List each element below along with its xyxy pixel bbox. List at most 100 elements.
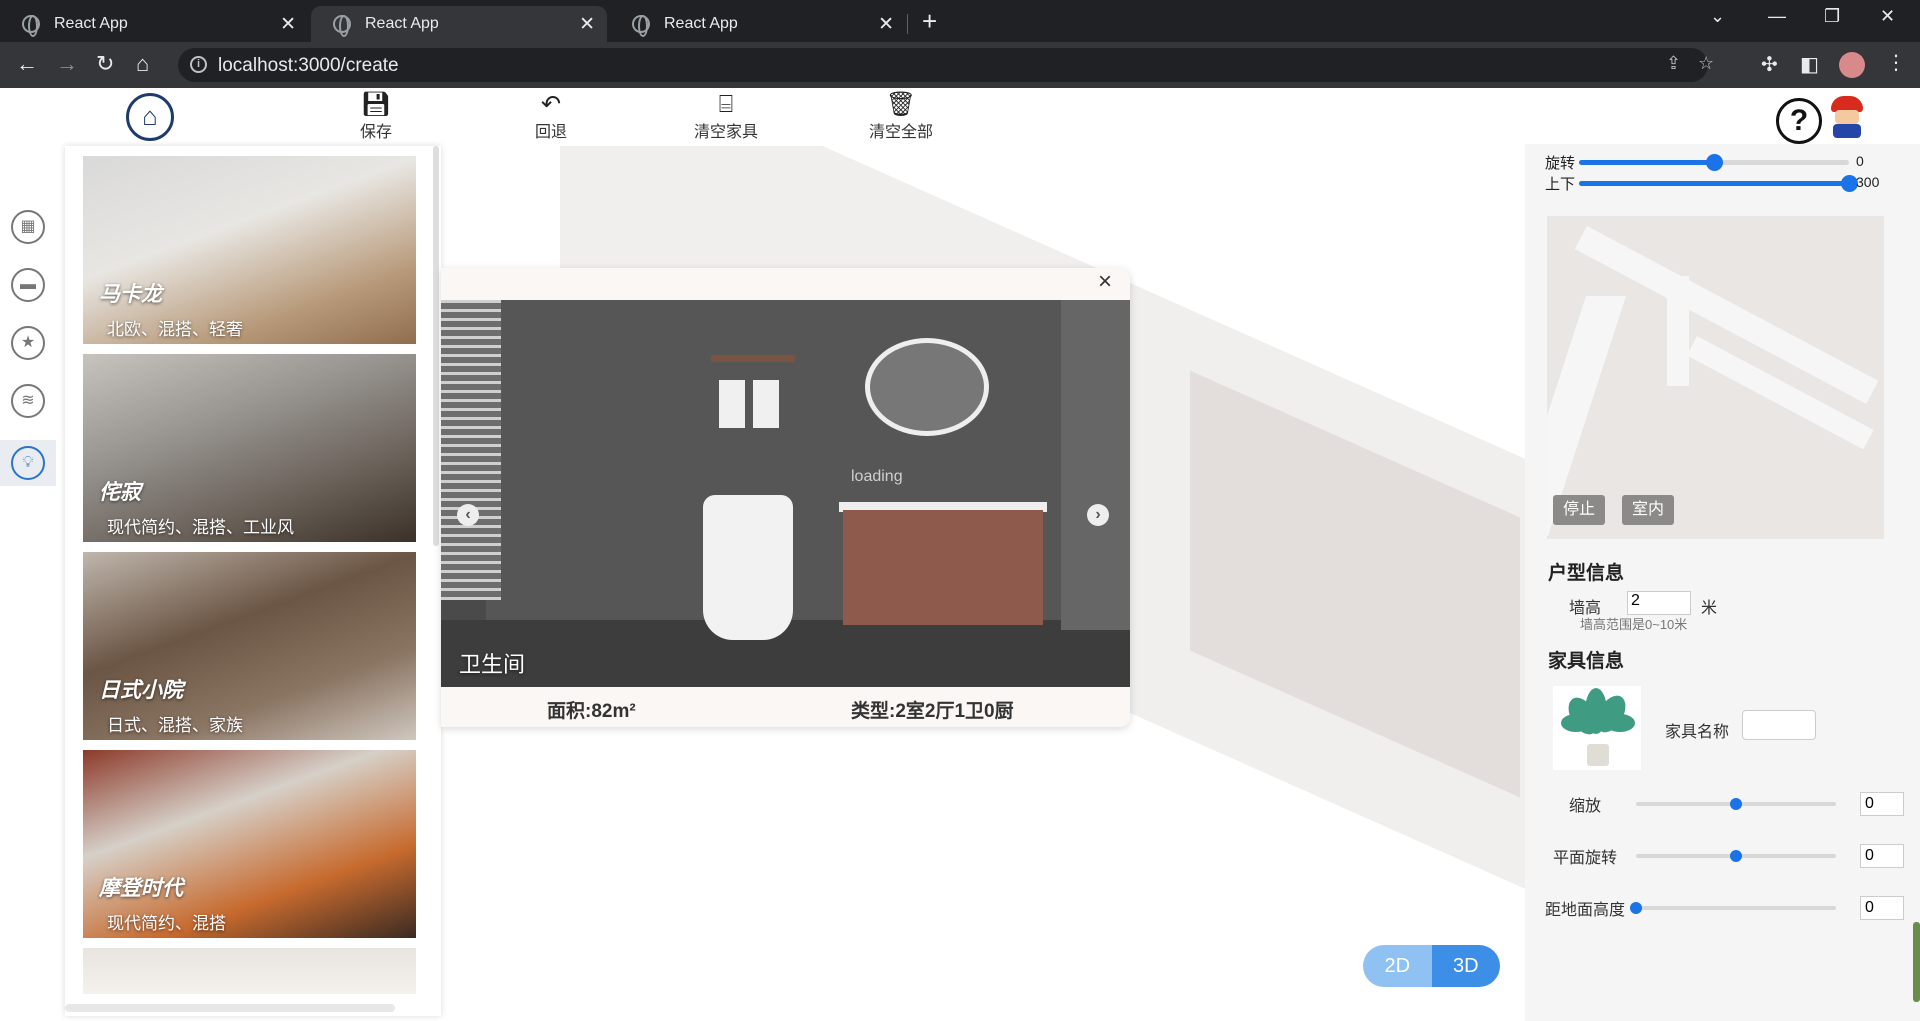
style-card[interactable]: 摩登时代 现代简约、混搭 [83,750,416,938]
next-arrow-icon[interactable]: › [1087,504,1109,526]
browser-tab-bar: React App ✕ React App ✕ React App ✕ + ⌄ … [0,0,1920,42]
browser-tab[interactable]: React App ✕ [610,6,906,42]
close-tab-icon[interactable]: ✕ [280,13,296,36]
site-info-icon[interactable]: i [190,56,207,73]
updown-slider-fill [1579,181,1849,186]
updown-label: 上下 [1545,176,1576,193]
save-button[interactable]: 💾︎ 保存 [331,92,421,142]
height-value-input[interactable]: 0 [1860,896,1904,920]
bookmark-star-icon[interactable]: ☆ [1698,53,1714,74]
scale-slider-knob[interactable] [1730,798,1742,810]
close-tab-icon[interactable]: ✕ [878,13,894,36]
reload-icon[interactable]: ↻ [96,51,114,77]
loading-text: loading [851,468,903,485]
address-toolbar: ← → ↻ ⌂ i localhost:3000/create ⇪ ☆ ✣ ◧ … [0,42,1920,88]
side-panel-icon[interactable]: ◧ [1800,52,1819,77]
vertical-scrollbar[interactable] [433,146,439,546]
scale-value-input[interactable]: 0 [1860,792,1904,816]
trash-icon: 🗑︎ [885,91,917,118]
2d-view-button[interactable]: 2D [1363,945,1432,987]
updown-slider-knob[interactable] [1840,175,1858,192]
plane-rotate-value-input[interactable]: 0 [1860,844,1904,868]
layout-type-text: 类型:2室2厅1卫0厨 [851,701,1014,722]
height-slider[interactable] [1630,902,1836,914]
clear-all-button[interactable]: 🗑︎ 清空全部 [856,92,946,142]
style-card-title: 摩登时代 [99,877,183,900]
tab-title: React App [365,15,439,32]
home-icon[interactable]: ⌂ [136,51,149,77]
browser-tab-active[interactable]: React App ✕ [311,6,607,42]
bookmark-icon[interactable]: ★ [11,326,45,360]
help-icon[interactable]: ? [1776,98,1822,144]
wall-height-hint: 墙高范围是0~10米 [1580,617,1688,632]
3d-view-button[interactable]: 3D [1431,945,1500,987]
save-label: 保存 [359,124,392,141]
user-avatar[interactable] [1829,96,1865,138]
view-mode-toggle: 2D 3D [1363,945,1500,987]
rotate-slider[interactable] [1579,154,1849,171]
forward-icon[interactable]: → [56,51,78,77]
style-card[interactable]: 侘寂 现代简约、混搭、工业风 [83,354,416,542]
minimap-viewport[interactable]: 停止 室内 [1547,216,1884,539]
back-icon[interactable]: ← [16,51,38,77]
scale-label: 缩放 [1569,798,1602,815]
home-logo-icon[interactable]: ⌂ [126,93,174,141]
room-name: 卫生间 [459,652,526,677]
plane-rotate-slider-knob[interactable] [1730,850,1742,862]
rotate-slider-knob[interactable] [1705,154,1723,171]
share-icon[interactable]: ⇪ [1666,53,1681,74]
stop-button[interactable]: 停止 [1553,495,1606,525]
rotate-label: 旋转 [1545,155,1576,172]
clear-furniture-label: 清空家具 [693,124,758,141]
wall-height-unit: 米 [1701,600,1718,617]
furniture-name-input[interactable] [1742,710,1816,740]
url-text[interactable]: localhost:3000/create [218,55,399,77]
close-tab-icon[interactable]: ✕ [579,13,595,36]
tab-search-icon[interactable]: ⌄ [1710,6,1725,27]
top-toolbar: ⌂ 💾︎ 保存 ↶ 回退 ⌸ 清空家具 🗑︎ 清空全部 ? [0,88,1863,146]
height-label: 距地面高度 [1545,902,1626,919]
browser-menu-icon[interactable]: ⋮ [1886,50,1906,75]
style-inspiration-panel: 马卡龙 北欧、混搭、轻奢 侘寂 现代简约、混搭、工业风 日式小院 日式、混搭、家… [65,146,441,1016]
undo-label: 回退 [534,124,567,141]
scale-slider[interactable] [1636,798,1836,810]
furniture-sofa-icon[interactable]: ▬ [11,268,45,302]
style-card-title: 日式小院 [99,679,183,702]
profile-avatar[interactable] [1839,52,1865,78]
style-card[interactable]: 马卡龙 北欧、混搭、轻奢 [83,156,416,344]
lightbulb-icon[interactable]: 💡︎ [11,446,45,480]
prev-arrow-icon[interactable]: ‹ [457,504,479,526]
app-root: ⌂ 💾︎ 保存 ↶ 回退 ⌸ 清空家具 🗑︎ 清空全部 ? ▦ ▬ ★ ≋ 💡︎ [0,88,1920,1021]
style-card[interactable] [83,948,416,994]
window-close-icon[interactable]: ✕ [1880,6,1895,27]
clear-furniture-button[interactable]: ⌸ 清空家具 [681,92,771,142]
plane-rotate-label: 平面旋转 [1553,850,1618,867]
style-card[interactable]: 日式小院 日式、混搭、家族 [83,552,416,740]
style-card-tags: 现代简约、混搭、工业风 [107,518,294,537]
restore-icon[interactable]: ❐ [1824,6,1840,27]
floorplan-icon[interactable]: ▦ [11,210,45,244]
minimize-icon[interactable]: — [1768,6,1786,27]
room-photo: loading ‹ › 卫生间 [441,300,1130,687]
plane-rotate-slider[interactable] [1636,850,1836,862]
close-icon[interactable]: × [1098,268,1112,296]
layers-icon[interactable]: ≋ [11,384,45,418]
save-icon: 💾︎ [360,91,392,118]
undo-button[interactable]: ↶ 回退 [506,92,596,142]
horizontal-scrollbar[interactable] [65,1004,395,1012]
indoor-button[interactable]: 室内 [1622,495,1675,525]
height-slider-knob[interactable] [1630,902,1642,914]
browser-tab[interactable]: React App ✕ [0,6,308,42]
address-bar[interactable]: i localhost:3000/create ⇪ ☆ [178,48,1714,82]
globe-icon [632,15,650,37]
style-card-tags: 北欧、混搭、轻奢 [107,320,243,339]
tab-title: React App [54,15,128,32]
broom-icon: ⌸ [718,91,734,118]
edge-handle[interactable] [1913,922,1920,1002]
style-card-title: 马卡龙 [99,283,162,306]
new-tab-icon[interactable]: + [922,6,937,37]
extensions-icon[interactable]: ✣ [1761,52,1778,77]
wall-height-input[interactable]: 2 [1627,591,1691,615]
style-card-tags: 现代简约、混搭 [107,914,226,933]
updown-slider[interactable] [1579,175,1858,192]
